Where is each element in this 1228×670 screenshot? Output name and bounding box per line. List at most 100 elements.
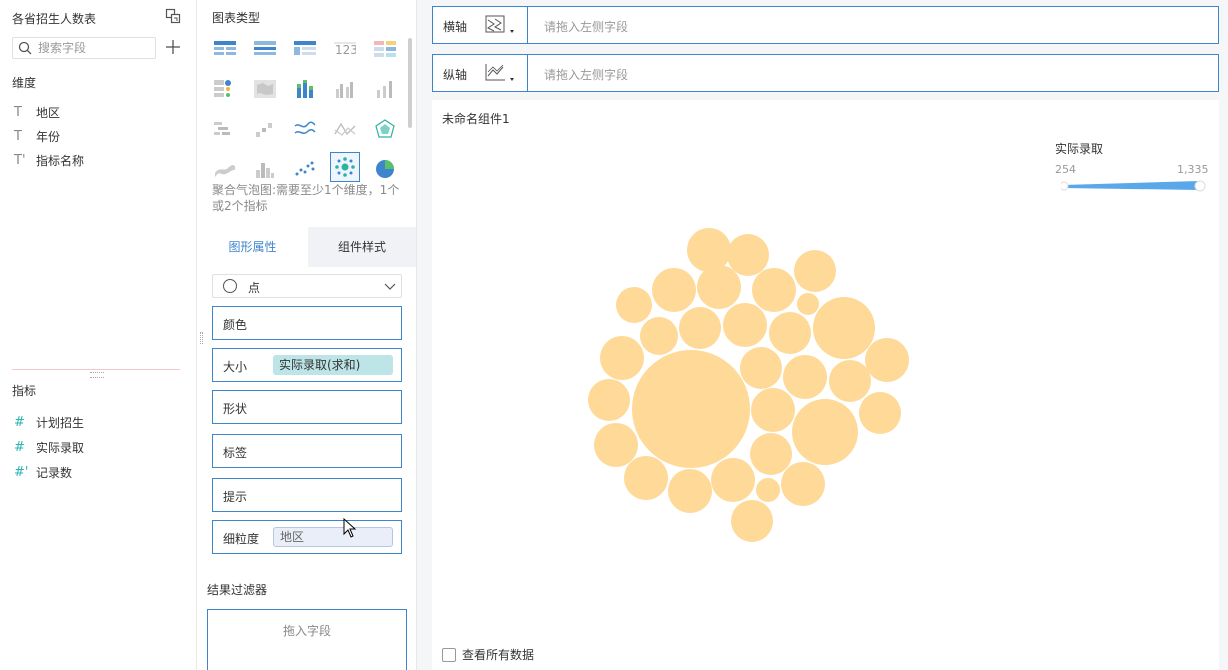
bubble[interactable]	[723, 303, 767, 347]
bubble[interactable]	[781, 462, 825, 506]
field-search[interactable]	[12, 37, 156, 59]
chart-type-pie-icon[interactable]	[370, 154, 400, 184]
add-field-icon[interactable]	[165, 39, 181, 55]
chart-type-bubble-icon[interactable]	[330, 152, 360, 182]
dimension-field-indicator-name[interactable]: T' 指标名称	[14, 150, 84, 170]
dimension-field-region[interactable]: T 地区	[14, 102, 60, 122]
resize-grip-icon[interactable]	[200, 332, 203, 344]
size-property-slot[interactable]: 大小 实际录取(求和)	[212, 348, 402, 382]
metric-field-actual[interactable]: # 实际录取	[14, 437, 84, 457]
tab-component-style[interactable]: 组件样式	[308, 227, 416, 267]
bubble[interactable]	[687, 228, 731, 272]
bubble[interactable]	[731, 500, 773, 542]
chart-type-radar-icon[interactable]	[370, 114, 400, 144]
point-shape-icon	[223, 279, 237, 293]
bubble[interactable]	[751, 388, 795, 432]
chart-type-stacked-bar-icon[interactable]	[290, 74, 320, 104]
show-all-data-toggle[interactable]: 查看所有数据	[442, 646, 534, 663]
metric-field-planned[interactable]: # 计划招生	[14, 412, 84, 432]
show-all-checkbox[interactable]	[442, 647, 456, 662]
bubble[interactable]	[711, 458, 755, 502]
chart-type-scrollbar[interactable]	[408, 38, 412, 128]
bubble[interactable]	[792, 399, 858, 465]
bubble[interactable]	[797, 293, 819, 315]
chart-type-table-icon[interactable]	[210, 34, 240, 64]
bubble[interactable]	[616, 287, 652, 323]
bubble[interactable]	[794, 250, 836, 292]
label-property-label: 标签	[223, 446, 248, 460]
bubble[interactable]	[727, 234, 769, 276]
size-field-pill[interactable]: 实际录取(求和)	[273, 355, 393, 375]
metrics-label: 指标	[12, 384, 37, 398]
chart-type-area-icon[interactable]	[210, 154, 240, 184]
bubble[interactable]	[865, 338, 909, 382]
panel-splitter[interactable]	[12, 369, 180, 370]
chart-type-map-icon[interactable]	[250, 74, 280, 104]
field-label: 记录数	[36, 465, 73, 480]
splitter-grip-icon[interactable]	[90, 372, 104, 378]
bubble[interactable]	[679, 307, 721, 349]
shape-property-slot[interactable]: 形状	[212, 390, 402, 424]
search-input[interactable]	[38, 40, 150, 56]
chart-type-group-table-icon[interactable]	[250, 34, 280, 64]
field-label: 实际录取	[36, 440, 85, 455]
show-all-label: 查看所有数据	[462, 648, 535, 662]
chart-type-color-table-icon[interactable]	[370, 34, 400, 64]
chart-type-waterfall-icon[interactable]	[250, 114, 280, 144]
switch-dataset-icon[interactable]	[165, 8, 181, 24]
dataset-title: 各省招生人数表	[12, 12, 97, 26]
metric-field-record-count[interactable]: #' 记录数	[14, 462, 72, 482]
bubble[interactable]	[783, 355, 827, 399]
x-axis-type-icon[interactable]	[485, 14, 521, 36]
bubble[interactable]	[829, 360, 871, 402]
shape-property-label: 形状	[223, 402, 248, 416]
dimension-field-year[interactable]: T 年份	[14, 126, 60, 146]
property-tabs: 图形属性 组件样式	[197, 227, 416, 267]
bubble[interactable]	[600, 336, 644, 380]
chart-type-line-icon[interactable]	[290, 114, 320, 144]
bubble[interactable]	[752, 268, 796, 312]
x-axis-dropzone[interactable]: 请拖入左侧字段	[544, 18, 628, 35]
bubble[interactable]	[750, 433, 792, 475]
bubble[interactable]	[859, 392, 901, 434]
x-axis-label-cell: 横轴	[433, 7, 528, 43]
bubble[interactable]	[632, 350, 750, 468]
chart-type-scatter-icon[interactable]	[290, 154, 320, 184]
y-axis-type-icon[interactable]	[485, 62, 521, 84]
granularity-property-slot[interactable]: 细粒度 地区	[212, 520, 402, 554]
bubble[interactable]	[697, 265, 741, 309]
bubble[interactable]	[740, 347, 782, 389]
y-axis-dropzone[interactable]: 请拖入左侧字段	[544, 66, 628, 83]
legend-gradient-bar[interactable]	[1061, 178, 1206, 194]
label-property-slot[interactable]: 标签	[212, 434, 402, 468]
bubble[interactable]	[769, 312, 811, 354]
chart-type-cross-table-icon[interactable]	[290, 34, 320, 64]
chart-type-histogram-icon[interactable]	[250, 154, 280, 184]
chart-type-title: 图表类型	[212, 11, 261, 25]
chart-type-bar-icon[interactable]	[370, 74, 400, 104]
chart-type-range-bar-icon[interactable]	[210, 114, 240, 144]
field-label: 指标名称	[36, 153, 85, 168]
bubble[interactable]	[813, 297, 875, 359]
color-property-slot[interactable]: 颜色	[212, 306, 402, 340]
tooltip-property-slot[interactable]: 提示	[212, 478, 402, 512]
bubble[interactable]	[594, 423, 638, 467]
color-property-label: 颜色	[223, 318, 248, 332]
bubble[interactable]	[624, 456, 668, 500]
bubble[interactable]	[588, 379, 630, 421]
bubble[interactable]	[668, 469, 712, 513]
granularity-field-pill[interactable]: 地区	[273, 527, 393, 547]
number-field-icon: #'	[14, 464, 29, 480]
tab-shape-properties[interactable]: 图形属性	[197, 227, 308, 267]
shape-type-select[interactable]: 点	[212, 274, 402, 298]
chart-type-dashboard-icon[interactable]	[210, 74, 240, 104]
result-filter-dropzone[interactable]: 拖入字段	[207, 609, 407, 670]
chart-type-grouped-bar-icon[interactable]	[330, 74, 360, 104]
chart-type-area-line-icon[interactable]	[330, 114, 360, 144]
bubble[interactable]	[756, 478, 780, 502]
chart-type-kpi-icon[interactable]: 123	[330, 34, 360, 64]
result-filter-title: 结果过滤器	[207, 583, 268, 597]
bubble[interactable]	[652, 268, 696, 312]
search-icon	[18, 41, 32, 55]
bubble[interactable]	[640, 317, 678, 355]
